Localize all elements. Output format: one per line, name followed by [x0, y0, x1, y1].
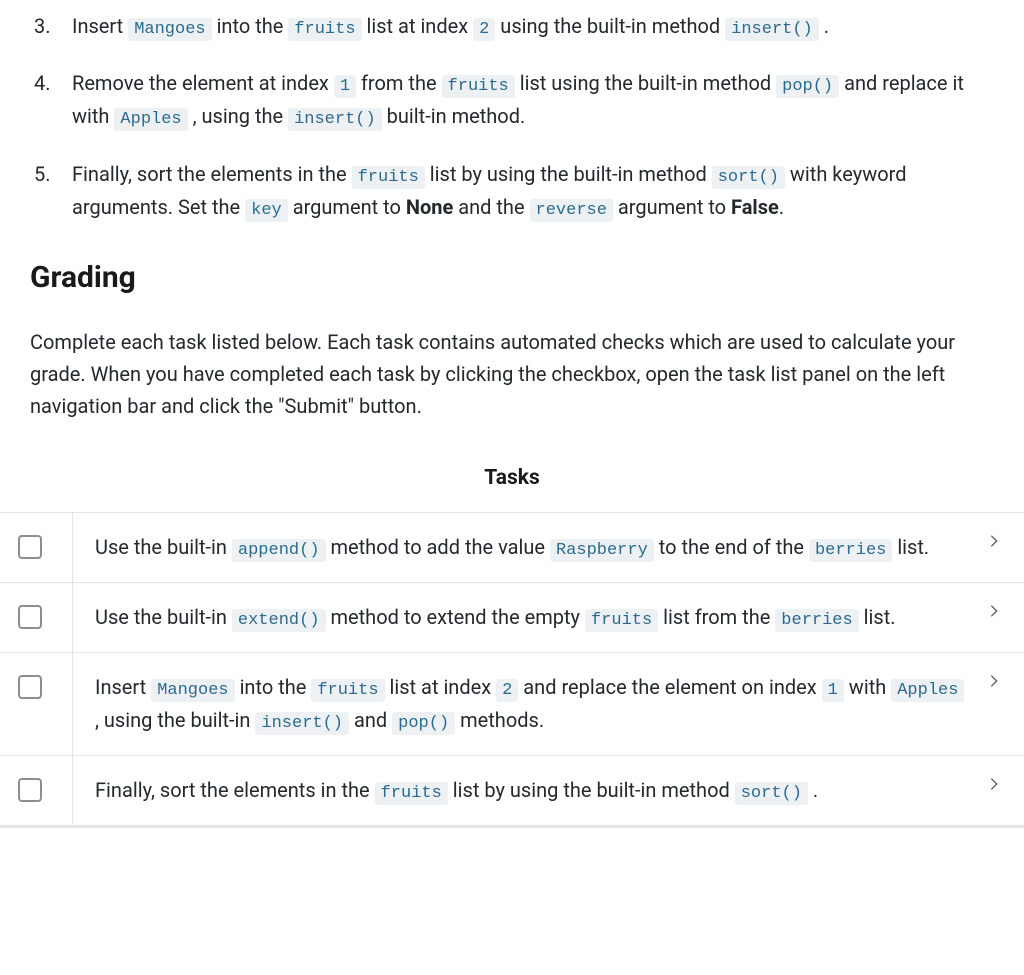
task-text: Finally, sort the elements in the fruits…: [95, 774, 982, 807]
grading-description: Complete each task listed below. Each ta…: [30, 326, 994, 422]
inline-code: 1: [334, 75, 356, 98]
task-checkbox[interactable]: [18, 675, 42, 699]
inline-code: fruits: [352, 166, 425, 189]
inline-code: berries: [809, 539, 892, 562]
task-divider: [72, 756, 73, 825]
instruction-number: 5.: [34, 158, 51, 190]
instruction-item: 5.Finally, sort the elements in the frui…: [66, 158, 994, 224]
bold-text: None: [406, 195, 453, 219]
task-row[interactable]: Insert Mangoes into the fruits list at i…: [0, 652, 1024, 755]
inline-code: Mangoes: [128, 18, 211, 41]
task-checkbox[interactable]: [18, 535, 42, 559]
inline-code: Apples: [891, 679, 964, 702]
chevron-right-icon[interactable]: [982, 776, 1006, 792]
instructions-section: 3.Insert Mangoes into the fruits list at…: [0, 0, 1024, 422]
instructions-list: 3.Insert Mangoes into the fruits list at…: [30, 10, 994, 224]
chevron-right-icon[interactable]: [982, 603, 1006, 619]
inline-code: insert(): [725, 18, 819, 41]
task-row[interactable]: Finally, sort the elements in the fruits…: [0, 755, 1024, 826]
task-row[interactable]: Use the built-in extend() method to exte…: [0, 582, 1024, 652]
inline-code: fruits: [311, 679, 384, 702]
inline-code: pop(): [776, 75, 839, 98]
inline-code: 1: [822, 679, 844, 702]
inline-code: fruits: [585, 609, 658, 632]
instruction-number: 3.: [34, 10, 51, 42]
inline-code: append(): [232, 539, 326, 562]
inline-code: pop(): [392, 712, 455, 735]
inline-code: extend(): [232, 609, 326, 632]
task-divider: [72, 583, 73, 652]
inline-code: fruits: [288, 18, 361, 41]
inline-code: insert(): [288, 108, 382, 131]
task-row[interactable]: Use the built-in append() method to add …: [0, 512, 1024, 582]
inline-code: sort(): [712, 166, 785, 189]
instruction-item: 4.Remove the element at index 1 from the…: [66, 67, 994, 133]
inline-code: reverse: [530, 199, 613, 222]
task-text: Use the built-in append() method to add …: [95, 531, 982, 564]
task-text: Insert Mangoes into the fruits list at i…: [95, 671, 982, 737]
chevron-right-icon[interactable]: [982, 673, 1006, 689]
grading-heading: Grading: [30, 254, 994, 302]
instruction-number: 4.: [34, 67, 51, 99]
task-divider: [72, 653, 73, 755]
tasks-header: Tasks: [0, 452, 1024, 512]
task-checkbox[interactable]: [18, 778, 42, 802]
instruction-item: 3.Insert Mangoes into the fruits list at…: [66, 10, 994, 43]
inline-code: Raspberry: [550, 539, 654, 562]
inline-code: insert(): [255, 712, 349, 735]
inline-code: sort(): [735, 782, 808, 805]
inline-code: 2: [496, 679, 518, 702]
tasks-list: Use the built-in append() method to add …: [0, 512, 1024, 829]
inline-code: fruits: [375, 782, 448, 805]
inline-code: key: [245, 199, 288, 222]
task-text: Use the built-in extend() method to exte…: [95, 601, 982, 634]
chevron-right-icon[interactable]: [982, 533, 1006, 549]
task-divider: [72, 513, 73, 582]
inline-code: Apples: [114, 108, 187, 131]
inline-code: 2: [473, 18, 495, 41]
inline-code: berries: [775, 609, 858, 632]
bold-text: False: [731, 195, 779, 219]
inline-code: fruits: [442, 75, 515, 98]
inline-code: Mangoes: [151, 679, 234, 702]
task-checkbox[interactable]: [18, 605, 42, 629]
